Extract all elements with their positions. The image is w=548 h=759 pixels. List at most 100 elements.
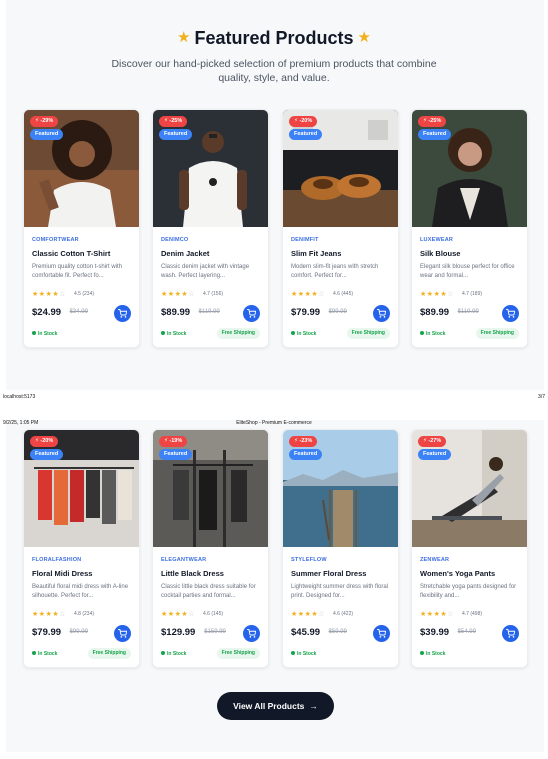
discount-badge: ⚡ -25%: [159, 116, 188, 127]
product-description: Classic little black dress suitable for …: [161, 584, 256, 599]
featured-badge: Featured: [418, 449, 452, 460]
product-image[interactable]: [412, 430, 527, 547]
rating-count: 4.7 (156): [203, 291, 224, 297]
rating-count: 4.7 (498): [462, 611, 483, 617]
product-image[interactable]: [24, 430, 139, 547]
featured-badge: Featured: [159, 449, 193, 460]
view-all-products-button[interactable]: View All Products →: [217, 692, 334, 720]
discount-badge: ⚡ -29%: [30, 116, 59, 127]
product-image[interactable]: [412, 110, 527, 227]
product-brand: STYLEFLOW: [291, 557, 327, 563]
product-name[interactable]: Floral Midi Dress: [32, 569, 92, 578]
stock-status: In Stock: [161, 651, 186, 657]
rating-stars-icon: ★★★★☆: [32, 611, 66, 618]
product-image[interactable]: [283, 430, 398, 547]
print-url: localhost:5173: [3, 394, 36, 400]
free-shipping-badge: Free Shipping: [475, 328, 519, 339]
discount-badge: ⚡ -25%: [418, 116, 447, 127]
product-description: Lightweight summer dress with floral pri…: [291, 584, 389, 599]
arrow-right-icon: →: [309, 701, 318, 711]
product-image[interactable]: [153, 110, 268, 227]
product-price: $89.99: [420, 307, 450, 318]
product-card[interactable]: ⚡ -27% Featured ZENWEAR Women's Yoga Pants S…: [411, 429, 528, 668]
product-name[interactable]: Women's Yoga Pants: [420, 569, 495, 578]
add-to-cart-button[interactable]: [243, 625, 260, 642]
product-image[interactable]: [283, 110, 398, 227]
product-name[interactable]: Little Black Dress: [161, 569, 224, 578]
print-page-number: 3/7: [538, 394, 545, 400]
product-price: $45.99: [291, 627, 321, 638]
product-card[interactable]: ⚡ -19% Featured ELEGANTWEAR Little Black Dr…: [152, 429, 269, 668]
lightning-icon: ⚡: [35, 438, 39, 444]
lightning-icon: ⚡: [164, 438, 168, 444]
product-card[interactable]: ⚡ -23% Featured STYLEFLOW Summer Floral Dre…: [282, 429, 399, 668]
product-brand: ZENWEAR: [420, 557, 450, 563]
product-name[interactable]: Summer Floral Dress: [291, 569, 366, 578]
add-to-cart-button[interactable]: [373, 305, 390, 322]
rating-count: 4.7 (189): [462, 291, 483, 297]
product-card[interactable]: ⚡ -29% Featured COMFORTWEAR Classic Cotton …: [23, 109, 140, 348]
product-price: $79.99: [291, 307, 321, 318]
stock-status: In Stock: [420, 331, 445, 337]
product-brand: ELEGANTWEAR: [161, 557, 207, 563]
featured-badge: Featured: [30, 129, 64, 140]
lightning-icon: ⚡: [423, 438, 427, 444]
product-price: $89.99: [161, 307, 191, 318]
product-image[interactable]: [24, 110, 139, 227]
rating-count: 4.6 (422): [333, 611, 354, 617]
add-to-cart-button[interactable]: [502, 625, 519, 642]
rating-count: 4.5 (234): [74, 291, 95, 297]
print-doc-title: EliteShop - Premium E-commerce: [236, 420, 312, 426]
product-brand: LUXEWEAR: [420, 237, 454, 243]
product-price: $79.99: [32, 627, 62, 638]
original-price: $159.99: [204, 629, 226, 635]
lightning-icon: ⚡: [423, 118, 427, 124]
featured-badge: Featured: [289, 449, 323, 460]
section-title: ★ Featured Products ★: [0, 28, 548, 49]
product-image[interactable]: [153, 430, 268, 547]
section-title-text: Featured Products: [194, 28, 354, 48]
product-name[interactable]: Slim Fit Jeans: [291, 249, 341, 258]
add-to-cart-button[interactable]: [114, 625, 131, 642]
rating-count: 4.6 (145): [203, 611, 224, 617]
product-brand: COMFORTWEAR: [32, 237, 79, 243]
product-description: Modern slim-fit jeans with stretch comfo…: [291, 264, 379, 279]
discount-badge: ⚡ -20%: [30, 436, 59, 447]
rating-stars-icon: ★★★★☆: [291, 291, 325, 298]
product-brand: FLORALFASHION: [32, 557, 82, 563]
add-to-cart-button[interactable]: [502, 305, 519, 322]
product-name[interactable]: Silk Blouse: [420, 249, 460, 258]
product-description: Premium quality cotton t-shirt with comf…: [32, 264, 123, 279]
lightning-icon: ⚡: [294, 118, 298, 124]
product-brand: DENIMCO: [161, 237, 189, 243]
add-to-cart-button[interactable]: [243, 305, 260, 322]
original-price: $119.99: [457, 309, 479, 315]
featured-badge: Featured: [159, 129, 193, 140]
product-name[interactable]: Denim Jacket: [161, 249, 209, 258]
stock-status: In Stock: [291, 651, 316, 657]
add-to-cart-button[interactable]: [114, 305, 131, 322]
view-all-label: View All Products: [233, 701, 305, 711]
rating-stars-icon: ★★★★☆: [161, 611, 195, 618]
stock-status: In Stock: [32, 651, 57, 657]
add-to-cart-button[interactable]: [373, 625, 390, 642]
product-card[interactable]: ⚡ -20% Featured DENIMFIT Slim Fit Jeans Mode…: [282, 109, 399, 348]
discount-badge: ⚡ -19%: [159, 436, 188, 447]
discount-badge: ⚡ -20%: [289, 116, 318, 127]
rating-stars-icon: ★★★★☆: [420, 611, 454, 618]
discount-badge: ⚡ -27%: [418, 436, 447, 447]
original-price: $54.99: [457, 629, 476, 635]
product-card[interactable]: ⚡ -25% Featured DENIMCO Denim Jacket Classic…: [152, 109, 269, 348]
rating-stars-icon: ★★★★☆: [291, 611, 325, 618]
lightning-icon: ⚡: [164, 118, 168, 124]
product-card[interactable]: ⚡ -25% Featured LUXEWEAR Silk Blouse Elegant…: [411, 109, 528, 348]
product-card[interactable]: ⚡ -20% Featured FLORALFASHION Floral Midi D…: [23, 429, 140, 668]
product-description: Stretchable yoga pants designed for flex…: [420, 584, 517, 599]
rating-stars-icon: ★★★★☆: [161, 291, 195, 298]
print-page-break: localhost:5173 3/7 9/2/25, 1:05 PM Elite…: [0, 390, 548, 426]
product-name[interactable]: Classic Cotton T-Shirt: [32, 249, 110, 258]
original-price: $99.99: [69, 629, 88, 635]
product-brand: DENIMFIT: [291, 237, 319, 243]
original-price: $34.99: [69, 309, 88, 315]
product-description: Classic denim jacket with vintage wash. …: [161, 264, 250, 279]
